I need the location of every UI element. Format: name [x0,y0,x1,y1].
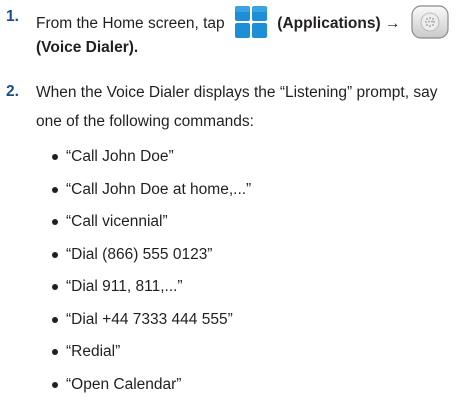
step-1-line-2: (Voice Dialer). [36,38,138,58]
command-text: “Call John Doe” [66,148,174,165]
bullet-icon [52,187,58,193]
list-item: “Dial (866) 555 0123” [52,245,251,278]
voice-dialer-icon [411,5,449,39]
bullet-icon [52,317,58,323]
list-item: “Call John Doe at home,...” [52,180,251,213]
step-1-number: 1. [6,8,19,26]
list-item: “Dial +44 7333 444 555” [52,310,251,343]
step-1-text: From the Home screen, tap [36,15,225,32]
bullet-icon [52,284,58,290]
step-2-line-2: one of the following commands: [36,112,254,132]
applications-label: (Applications) [277,15,380,32]
arrow-symbol: → [385,15,401,32]
bullet-icon [52,252,58,258]
list-item: “Dial 911, 811,...” [52,277,251,310]
applications-icon [233,4,269,40]
command-text: “Call vicennial” [66,213,168,230]
bullet-icon [52,219,58,225]
command-text: “Dial +44 7333 444 555” [66,311,233,328]
list-item: “Redial” [52,342,251,375]
list-item: “Open Calendar” [52,375,251,407]
command-text: “Dial 911, 811,...” [66,278,183,295]
command-text: “Call John Doe at home,...” [66,181,251,198]
list-item: “Call vicennial” [52,212,251,245]
bullet-icon [52,154,58,160]
bullet-icon [52,349,58,355]
command-text: “Open Calendar” [66,376,181,393]
step-2-number: 2. [6,83,19,101]
step-1-line-1: From the Home screen, tap (Applications)… [36,6,449,42]
command-list: “Call John Doe” “Call John Doe at home,.… [52,147,251,407]
step-2-line-1: When the Voice Dialer displays the “List… [36,83,437,103]
list-item: “Call John Doe” [52,147,251,180]
command-text: “Redial” [66,343,120,360]
command-text: “Dial (866) 555 0123” [66,246,212,263]
bullet-icon [52,382,58,388]
